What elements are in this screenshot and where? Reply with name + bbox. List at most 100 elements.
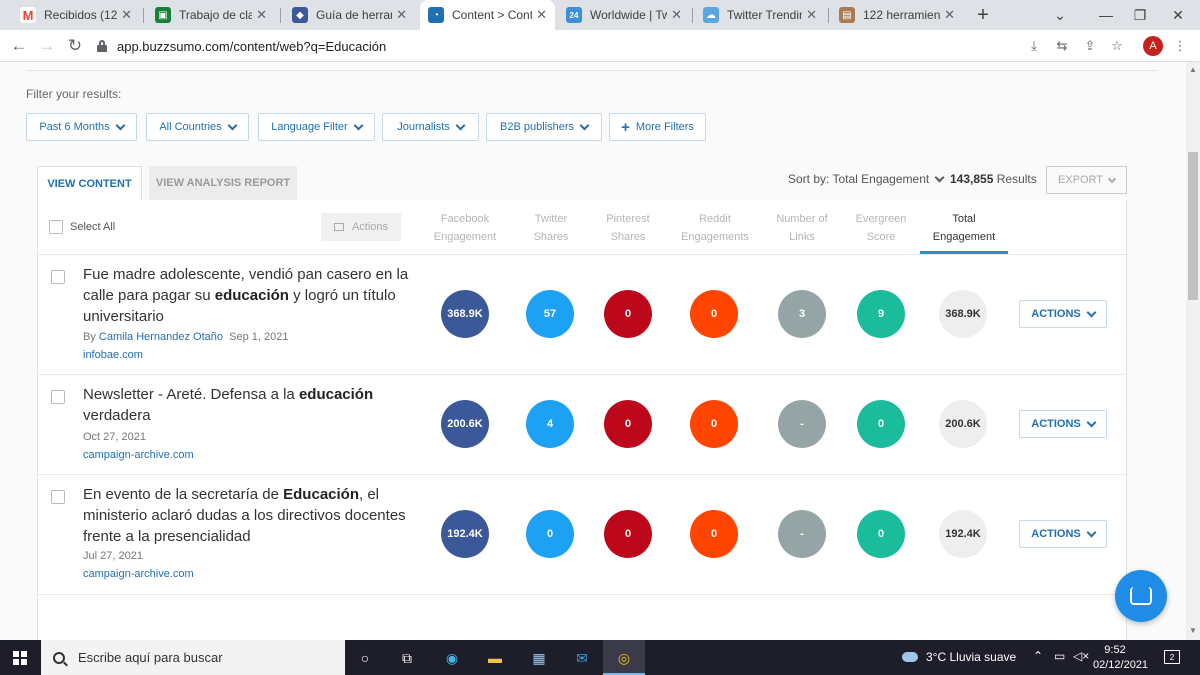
pinterest-shares-value[interactable]: 0 <box>604 290 652 338</box>
column-pinterest-shares[interactable]: Pinterest Shares <box>583 210 673 246</box>
gmail-icon: M <box>20 7 36 23</box>
cortana-icon[interactable]: ○ <box>354 647 376 669</box>
bookmark-star-icon[interactable]: ☆ <box>1108 37 1126 55</box>
forward-icon[interactable]: → <box>35 34 59 58</box>
article-title-link[interactable]: Fue madre adolescente, vendió pan casero… <box>83 264 413 327</box>
close-icon[interactable]: ✕ <box>671 7 682 23</box>
column-facebook-engagement[interactable]: Facebook Engagement <box>420 210 510 246</box>
tab-view-analysis-report[interactable]: VIEW ANALYSIS REPORT <box>149 166 297 200</box>
filter-journalists[interactable]: Journalists <box>382 113 479 141</box>
reddit-engagements-value[interactable]: 0 <box>690 400 738 448</box>
close-icon[interactable]: ✕ <box>536 7 547 23</box>
row-actions-button[interactable]: ACTIONS <box>1019 300 1107 328</box>
row-checkbox[interactable] <box>51 270 65 284</box>
domain-link[interactable]: campaign-archive.com <box>83 568 194 580</box>
close-icon[interactable]: ✕ <box>121 7 132 23</box>
back-icon[interactable]: ← <box>7 34 31 58</box>
chrome-icon[interactable]: ◎ <box>613 647 635 669</box>
network-icon[interactable]: ▭ <box>1054 649 1065 663</box>
new-tab-icon[interactable]: + <box>972 4 994 26</box>
filter-all-countries[interactable]: All Countries <box>146 113 249 141</box>
twitter-shares-value[interactable]: 0 <box>526 510 574 558</box>
task-view-icon[interactable]: ⧉ <box>396 647 418 669</box>
evergreen-score-value[interactable]: 9 <box>857 290 905 338</box>
number-of-links-value[interactable]: - <box>778 400 826 448</box>
tab-buzzsumo[interactable]: ◔ Content > Conte ✕ <box>420 0 555 30</box>
tab-trends24[interactable]: 24 Worldwide | Twit ✕ <box>558 0 690 30</box>
twitter-shares-value[interactable]: 4 <box>526 400 574 448</box>
total-engagement-value[interactable]: 192.4K <box>939 510 987 558</box>
export-button[interactable]: EXPORT <box>1046 166 1127 194</box>
row-checkbox[interactable] <box>51 390 65 404</box>
tab-twitter-trending[interactable]: ☁ Twitter Trending ✕ <box>695 0 825 30</box>
filter-past-6-months[interactable]: Past 6 Months <box>26 113 137 141</box>
evergreen-score-value[interactable]: 0 <box>857 510 905 558</box>
profile-avatar[interactable]: A <box>1143 36 1163 56</box>
bulk-actions-button[interactable]: Actions <box>321 213 401 241</box>
facebook-engagement-value[interactable]: 200.6K <box>441 400 489 448</box>
share-icon[interactable]: ⇪ <box>1081 37 1099 55</box>
page-scrollbar[interactable]: ▲ ▼ <box>1186 62 1200 640</box>
domain-link[interactable]: campaign-archive.com <box>83 449 194 461</box>
pinterest-shares-value[interactable]: 0 <box>604 400 652 448</box>
reload-icon[interactable]: ↻ <box>63 34 87 58</box>
row-checkbox[interactable] <box>51 490 65 504</box>
mail-icon[interactable]: ✉ <box>571 647 593 669</box>
tab-herramientas[interactable]: ▤ 122 herramienta ✕ <box>831 0 963 30</box>
reddit-engagements-value[interactable]: 0 <box>690 290 738 338</box>
scroll-down-icon[interactable]: ▼ <box>1189 626 1197 635</box>
tab-gmail[interactable]: M Recibidos (128) - ✕ <box>12 0 140 30</box>
tab-guia[interactable]: ◆ Guía de herramie ✕ <box>284 0 415 30</box>
row-actions-button[interactable]: ACTIONS <box>1019 410 1107 438</box>
filter-b2b-publishers[interactable]: B2B publishers <box>486 113 602 141</box>
column-total-engagement[interactable]: Total Engagement <box>919 210 1009 246</box>
total-engagement-value[interactable]: 200.6K <box>939 400 987 448</box>
domain-link[interactable]: infobae.com <box>83 349 143 361</box>
chevron-up-icon[interactable]: ⌃ <box>1033 649 1043 663</box>
row-actions-button[interactable]: ACTIONS <box>1019 520 1107 548</box>
total-engagement-value[interactable]: 368.9K <box>939 290 987 338</box>
close-icon[interactable]: ✕ <box>396 7 407 23</box>
tab-search-icon[interactable]: ⌄ <box>1038 0 1082 30</box>
close-icon[interactable]: ✕ <box>806 7 817 23</box>
article-title-link[interactable]: Newsletter - Areté. Defensa a la educaci… <box>83 384 413 426</box>
notification-icon[interactable]: 2 <box>1164 650 1180 664</box>
address-bar[interactable]: app.buzzsumo.com/content/web?q=Educación <box>96 33 1006 59</box>
taskbar-search-input[interactable]: Escribe aquí para buscar <box>41 640 345 675</box>
article-title-link[interactable]: En evento de la secretaría de Educación,… <box>83 484 413 547</box>
pinterest-shares-value[interactable]: 0 <box>604 510 652 558</box>
scroll-thumb[interactable] <box>1188 152 1198 300</box>
chat-launcher-button[interactable] <box>1115 570 1167 622</box>
reddit-engagements-value[interactable]: 0 <box>690 510 738 558</box>
close-icon[interactable]: ✕ <box>944 7 955 23</box>
number-of-links-value[interactable]: 3 <box>778 290 826 338</box>
tab-classroom[interactable]: ▣ Trabajo de clase ✕ <box>147 0 275 30</box>
select-all-checkbox[interactable] <box>49 220 63 234</box>
store-icon[interactable]: ▦ <box>528 647 550 669</box>
scroll-up-icon[interactable]: ▲ <box>1189 65 1197 74</box>
weather-widget[interactable]: 3°C Lluvia suave <box>902 650 1016 664</box>
author-link[interactable]: Camila Hernandez Otaño <box>99 331 223 343</box>
edge-icon[interactable]: ◉ <box>441 647 463 669</box>
taskbar-clock[interactable]: 9:52 02/12/2021 <box>1093 643 1148 673</box>
column-reddit-engagements[interactable]: Reddit Engagements <box>670 210 760 246</box>
tab-view-content[interactable]: VIEW CONTENT <box>37 166 142 201</box>
more-filters-button[interactable]: + More Filters <box>609 113 706 141</box>
facebook-engagement-value[interactable]: 192.4K <box>441 510 489 558</box>
column-evergreen-score[interactable]: Evergreen Score <box>836 210 926 246</box>
evergreen-score-value[interactable]: 0 <box>857 400 905 448</box>
volume-muted-icon[interactable]: ◁× <box>1073 649 1089 663</box>
twitter-shares-value[interactable]: 57 <box>526 290 574 338</box>
column-number-of-links[interactable]: Number of Links <box>757 210 847 246</box>
close-icon[interactable]: ✕ <box>256 7 267 23</box>
install-icon[interactable]: ⤓ <box>1025 37 1043 55</box>
menu-kebab-icon[interactable]: ⋮ <box>1171 37 1189 55</box>
translate-icon[interactable]: ⇆ <box>1053 37 1071 55</box>
file-explorer-icon[interactable]: ▬ <box>484 647 506 669</box>
windows-start-icon[interactable] <box>13 651 27 665</box>
filter-language[interactable]: Language Filter <box>258 113 375 141</box>
sort-dropdown[interactable]: Sort by: Total Engagement <box>788 172 945 186</box>
window-close-icon[interactable]: ✕ <box>1156 0 1200 30</box>
facebook-engagement-value[interactable]: 368.9K <box>441 290 489 338</box>
number-of-links-value[interactable]: - <box>778 510 826 558</box>
